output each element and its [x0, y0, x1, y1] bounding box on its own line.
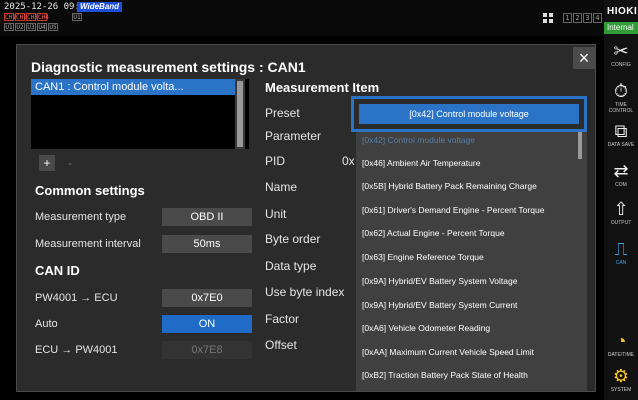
auto-label: Auto	[35, 318, 58, 330]
byte-order-label: Byte order	[265, 232, 321, 246]
sidebar-item-time-control[interactable]: ⏱ TIME CONTROL	[606, 80, 636, 120]
measurement-interval-select[interactable]: 50ms	[162, 235, 252, 253]
sheet-number: 4	[593, 13, 602, 23]
sidebar-item-config[interactable]: ✂ CONFIG	[606, 40, 636, 80]
scrollbar-thumb[interactable]	[237, 81, 243, 147]
unit-indicator: U5	[48, 23, 58, 31]
sidebar-item-datetime[interactable]: ◔ DATE/TIME	[606, 330, 636, 370]
remove-button[interactable]: -	[62, 155, 78, 171]
dropdown-item[interactable]: [0x62] Actual Engine - Percent Torque	[362, 228, 576, 238]
wideband-badge: WideBand	[77, 2, 123, 12]
dropdown-item[interactable]: [0x9A] Hybrid/EV Battery System Voltage	[362, 276, 576, 286]
com-icon: ⇄	[613, 161, 629, 181]
unit-indicators: U1 U2 U3 U4 U5	[4, 23, 58, 31]
channel-indicators: CH1 CH2 CH3 CH4	[4, 13, 49, 21]
dropdown-item-current[interactable]: [0x42] Control module voltage	[362, 135, 576, 145]
sheet-number: 2	[573, 13, 582, 23]
sidebar-item-label: SYSTEM	[610, 387, 632, 393]
sidebar-item-system[interactable]: ⚙ SYSTEM	[606, 365, 636, 400]
parameter-label: Parameter	[265, 129, 322, 143]
name-label: Name	[265, 180, 298, 194]
tx-id-label: PW4001 → ECU	[35, 292, 118, 304]
use-byte-index-label: Use byte index	[265, 285, 345, 299]
preset-selected-value[interactable]: [0x42] Control module voltage	[359, 104, 579, 124]
list-item[interactable]: CAN1 : Control module volta...	[31, 79, 237, 95]
can-wave-icon: ⎍	[614, 239, 628, 259]
auto-toggle[interactable]: ON	[162, 315, 252, 333]
clock-icon: ◔	[615, 331, 627, 351]
dropdown-item[interactable]: [0xB2] Traction Battery Pack State of He…	[362, 370, 576, 380]
pid-value: 0x	[342, 154, 355, 168]
add-button[interactable]: +	[39, 155, 55, 171]
rx-id-label: ECU → PW4001	[35, 344, 118, 356]
sidebar-item-can[interactable]: ⎍ CAN	[606, 238, 636, 278]
measurement-type-select[interactable]: OBD II	[162, 208, 252, 226]
dropdown-item[interactable]: [0x63] Engine Reference Torque	[362, 252, 576, 262]
diagnostic-settings-dialog: Diagnostic measurement settings : CAN1 ×…	[16, 44, 596, 392]
unit-label: Unit	[265, 207, 287, 221]
sidebar-item-label: DATA SAVE	[607, 142, 635, 148]
dropdown-item[interactable]: [0x5B] Hybrid Battery Pack Remaining Cha…	[362, 181, 576, 191]
sidebar-item-label: TIME CONTROL	[608, 102, 634, 114]
data-type-label: Data type	[265, 259, 317, 273]
factor-label: Factor	[265, 312, 300, 326]
sidebar-item-label: DATE/TIME	[607, 352, 635, 358]
ch-indicator: CH3	[26, 13, 38, 21]
unit-indicator: U1	[72, 13, 82, 21]
offset-label: Offset	[265, 338, 297, 352]
sidebar-item-label: CONFIG	[611, 62, 631, 68]
output-icon: ⇧	[613, 199, 629, 219]
preset-dropdown-list[interactable]: [0x42] Control module voltage [0x46] Amb…	[356, 101, 587, 391]
sidebar-item-com[interactable]: ⇄ COM	[606, 160, 636, 200]
measurement-type-label: Measurement type	[35, 211, 127, 223]
measurement-list[interactable]: CAN1 : Control module volta...	[31, 79, 249, 149]
timer-icon: ⏱	[613, 81, 629, 101]
unit-indicator-group: U1	[72, 13, 82, 21]
preset-select[interactable]: [0x42] Control module voltage	[351, 96, 587, 132]
rx-id-field: 0x7E8	[162, 341, 252, 359]
unit-indicator: U1	[4, 23, 14, 31]
sidebar-item-output[interactable]: ⇧ OUTPUT	[606, 198, 636, 238]
system-icon: ⚙	[612, 366, 630, 386]
dialog-title: Diagnostic measurement settings : CAN1	[31, 59, 306, 75]
sidebar-item-data-save[interactable]: ⧉ DATA SAVE	[606, 120, 636, 160]
common-settings-heading: Common settings	[35, 183, 145, 198]
sidebar-item-label: COM	[615, 182, 627, 188]
status-bar: 2025-12-26 09:05:16 WideBand CH1 CH2 CH3…	[0, 0, 604, 36]
dropdown-item[interactable]: [0xA6] Vehicle Odometer Reading	[362, 323, 576, 333]
wrench-screwdriver-icon: ✂	[613, 41, 629, 61]
data-save-icon: ⧉	[614, 121, 628, 141]
ch-indicator: CH4	[37, 13, 49, 21]
right-sidebar: HIOKI Internal ✂ CONFIG ⏱ TIME CONTROL ⧉…	[604, 0, 638, 400]
sheet-number: 1	[563, 13, 572, 23]
close-button[interactable]: ×	[573, 47, 595, 69]
sidebar-item-label: OUTPUT	[610, 220, 632, 226]
dropdown-item[interactable]: [0x46] Ambient Air Temperature	[362, 158, 576, 168]
sheet-indicator: 1 2 3 4	[563, 13, 602, 23]
list-scrollbar[interactable]	[235, 79, 245, 149]
unit-indicator: U2	[15, 23, 25, 31]
sheet-number: 3	[583, 13, 592, 23]
clock-source-badge: Internal	[604, 22, 638, 34]
sidebar-item-label: CAN	[615, 260, 627, 266]
unit-indicator: U4	[37, 23, 47, 31]
ch-indicator: CH1	[4, 13, 16, 21]
pid-label: PID	[265, 154, 286, 168]
dropdown-item[interactable]: [0x61] Driver's Demand Engine - Percent …	[362, 205, 576, 215]
unit-indicator: U3	[26, 23, 36, 31]
dropdown-item[interactable]: [0x9A] Hybrid/EV Battery System Current	[362, 300, 576, 310]
brand-logo: HIOKI	[607, 6, 638, 17]
dropdown-item[interactable]: [0xAA] Maximum Current Vehicle Speed Lim…	[362, 347, 576, 357]
preset-label: Preset	[265, 106, 300, 120]
measurement-interval-label: Measurement interval	[35, 238, 141, 250]
ch-indicator: CH2	[15, 13, 27, 21]
can-id-heading: CAN ID	[35, 263, 80, 278]
measurement-item-heading: Measurement Item	[265, 80, 380, 95]
grid-icon	[543, 13, 553, 23]
tx-id-field[interactable]: 0x7E0	[162, 289, 252, 307]
